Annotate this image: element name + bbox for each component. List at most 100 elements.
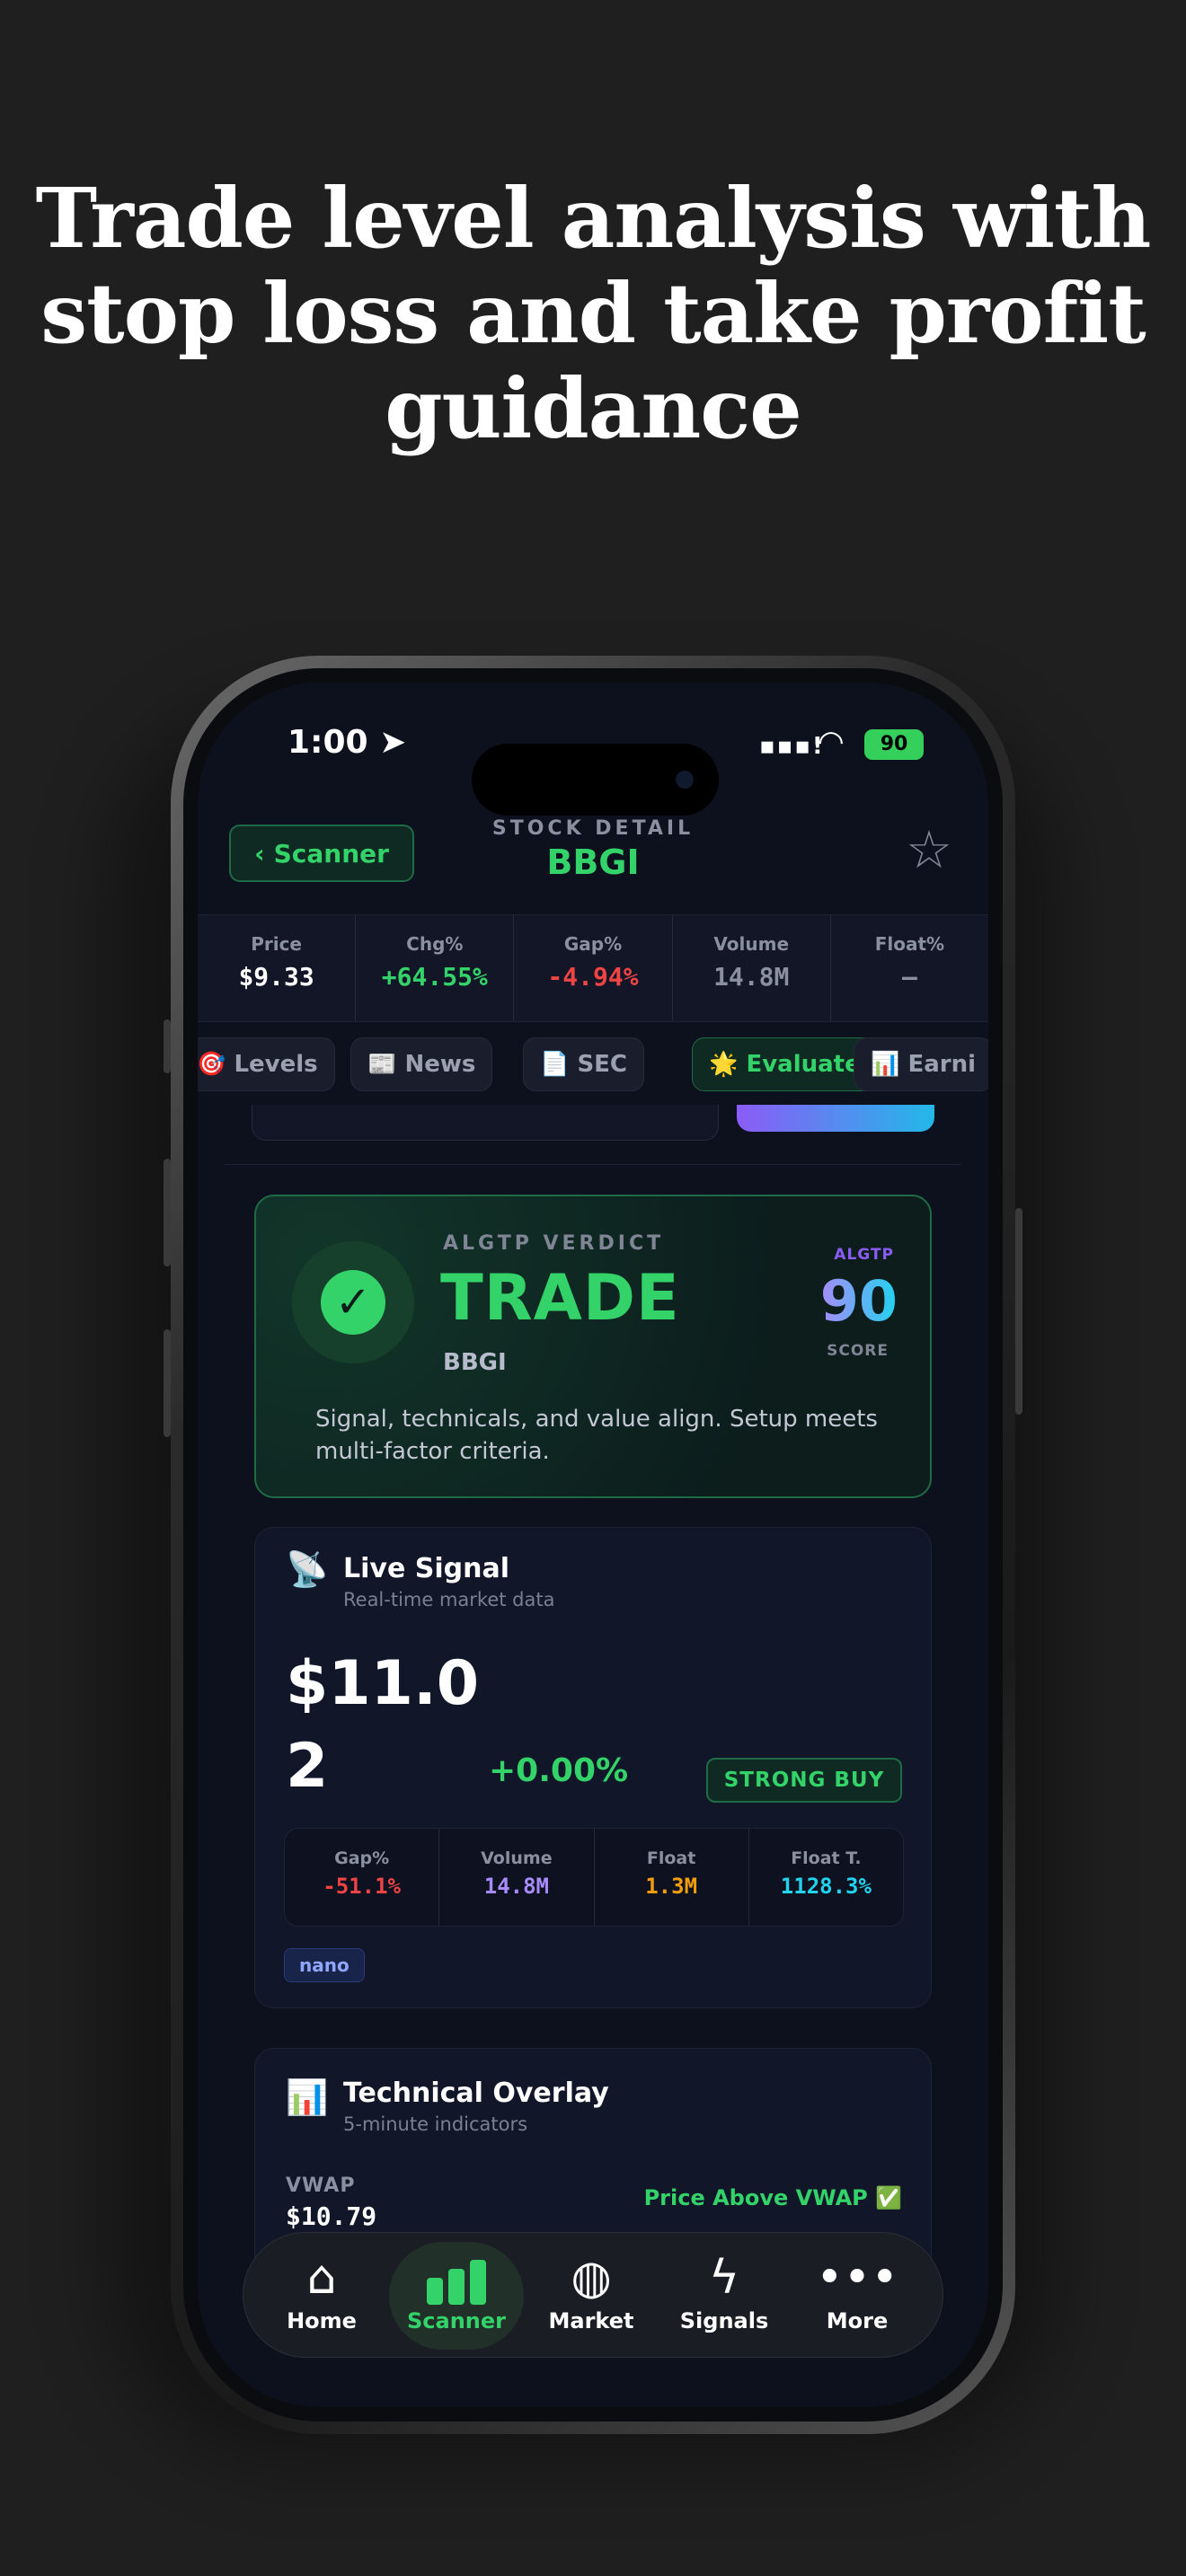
- tab-market[interactable]: ◍ Market: [524, 2233, 659, 2359]
- live-change: +0.00%: [489, 1752, 629, 1789]
- header: STOCK DETAIL BBGI ‹ Scanner ☆: [198, 817, 988, 916]
- divider: [225, 1164, 961, 1165]
- stat-label: Float: [646, 1848, 696, 1868]
- live-signal-title: Live Signal: [343, 1553, 509, 1584]
- globe-icon: ◍: [571, 2251, 612, 2305]
- status-time: 1:00 ➤: [288, 724, 407, 761]
- back-button[interactable]: ‹ Scanner: [229, 825, 414, 882]
- tab-label: News: [404, 1051, 476, 1078]
- quote-cell: Float% –: [831, 915, 988, 1021]
- tab-icon: 🎯: [198, 1051, 226, 1078]
- back-button-label: Scanner: [273, 838, 389, 869]
- quote-label: Price: [251, 933, 302, 955]
- tab-sec[interactable]: 📄 SEC: [523, 1037, 645, 1091]
- volume-down-button: [164, 1329, 171, 1437]
- tab-icon: 🌟: [709, 1051, 739, 1078]
- tab-label: Levels: [234, 1051, 318, 1078]
- quote-label: Float%: [874, 933, 945, 955]
- quote-value: $9.33: [238, 962, 314, 992]
- battery-icon: 90: [864, 729, 924, 760]
- quote-cell: Price $9.33: [198, 915, 357, 1021]
- tab-home[interactable]: ⌂ Home: [254, 2233, 389, 2359]
- technical-title: Technical Overlay: [343, 2078, 609, 2109]
- stat-cell: Float 1.3M: [595, 1829, 749, 1926]
- quote-cell: Volume 14.8M: [673, 915, 831, 1021]
- tab-icon: 📊: [871, 1051, 900, 1078]
- power-button: [1015, 1208, 1022, 1415]
- rating-badge: STRONG BUY: [706, 1758, 902, 1803]
- status-bar: 1:00 ➤ ▪▪▪! ◠ 90: [198, 717, 988, 816]
- quote-label: Gap%: [563, 933, 623, 955]
- tab-icon: 📄: [540, 1051, 570, 1078]
- stat-cell: Gap% -51.1%: [285, 1829, 440, 1926]
- quote-value: 14.8M: [713, 962, 790, 992]
- lightning-icon: ϟ: [708, 2251, 740, 2305]
- bottom-tab-bar: ⌂ Home Scanner ◍ Market ϟ Signals ••• Mo…: [243, 2232, 943, 2358]
- vwap-value: $10.79: [286, 2201, 377, 2231]
- quote-label: Chg%: [406, 933, 464, 955]
- more-icon: •••: [815, 2251, 898, 2305]
- mute-switch: [164, 1019, 171, 1073]
- quote-value: -4.94%: [547, 962, 639, 992]
- live-signal-subtitle: Real-time market data: [343, 1589, 555, 1610]
- score-label-top: ALGTP: [834, 1246, 894, 1264]
- cellular-signal-icon: ▪▪▪!: [759, 733, 825, 760]
- tab-news[interactable]: 📰 News: [350, 1037, 493, 1091]
- tab-label: Earni: [907, 1051, 976, 1078]
- home-icon: ⌂: [306, 2251, 337, 2305]
- quote-cell: Gap% -4.94%: [514, 915, 673, 1021]
- tab-label-more: More: [826, 2308, 889, 2333]
- stat-cell: Volume 14.8M: [439, 1829, 595, 1926]
- detail-tabs: 🎯 Levels 📰 News 📄 SEC 🌟 Evaluate 📊 Earni: [198, 1037, 988, 1093]
- verified-badge-icon: ✓: [292, 1241, 414, 1363]
- quote-label: Volume: [713, 933, 790, 955]
- satellite-dish-icon: 📡: [286, 1549, 329, 1589]
- bar-chart-icon: 📊: [286, 2078, 329, 2117]
- vwap-status: Price Above VWAP ✅: [643, 2185, 902, 2210]
- tab-label-market: Market: [548, 2308, 634, 2333]
- technical-subtitle: 5-minute indicators: [343, 2113, 528, 2135]
- stat-value: -51.1%: [323, 1874, 401, 1899]
- verdict-description: Signal, technicals, and value align. Set…: [315, 1406, 878, 1465]
- quote-value: –: [901, 962, 917, 992]
- wifi-icon: ◠: [818, 724, 845, 760]
- live-price: $11.02: [286, 1648, 480, 1802]
- app-screen: 1:00 ➤ ▪▪▪! ◠ 90 STOCK DETAIL BBGI ‹ Sca…: [198, 683, 988, 2407]
- tab-earni[interactable]: 📊 Earni: [854, 1037, 988, 1091]
- live-signal-card: 📡 Live Signal Real-time market data $11.…: [254, 1527, 932, 2008]
- tab-scanner[interactable]: Scanner: [389, 2242, 524, 2350]
- tab-levels[interactable]: 🎯 Levels: [198, 1037, 335, 1091]
- live-stats: Gap% -51.1% Volume 14.8M Float 1.3M Float T…: [284, 1828, 904, 1927]
- previous-button-stub[interactable]: [737, 1105, 934, 1132]
- score-label-bottom: SCORE: [827, 1342, 889, 1360]
- volume-up-button: [164, 1159, 171, 1266]
- verdict-value: TRADE: [440, 1261, 680, 1335]
- tab-label: SEC: [577, 1051, 628, 1078]
- previous-card-stub: [252, 1105, 719, 1141]
- stat-label: Volume: [481, 1848, 553, 1868]
- verdict-label: ALGTP VERDICT: [443, 1232, 665, 1255]
- chevron-left-icon: ‹: [254, 838, 265, 869]
- stat-cell: Float T. 1128.3%: [749, 1829, 903, 1926]
- dynamic-island: [472, 744, 719, 816]
- headline: Trade level analysis with stop loss and …: [35, 170, 1152, 457]
- stat-value: 1128.3%: [780, 1874, 872, 1899]
- tab-label: Evaluate: [746, 1051, 861, 1078]
- tab-icon: 📰: [367, 1051, 397, 1078]
- stat-value: 14.8M: [483, 1874, 549, 1899]
- vwap-label: VWAP: [286, 2175, 356, 2197]
- score-value: 90: [819, 1268, 898, 1334]
- star-icon[interactable]: ☆: [906, 819, 952, 880]
- cap-tag: nano: [284, 1948, 365, 1982]
- tab-label-scanner: Scanner: [407, 2308, 506, 2333]
- verdict-card: ✓ ALGTP VERDICT TRADE BBGI ALGTP 90 SCOR…: [254, 1195, 932, 1498]
- bar-chart-icon: [389, 2251, 524, 2305]
- tab-more[interactable]: ••• More: [790, 2233, 925, 2359]
- quote-strip: Price $9.33 Chg% +64.55% Gap% -4.94% Volume…: [198, 914, 988, 1022]
- stat-label: Float T.: [791, 1848, 862, 1868]
- tab-evaluate[interactable]: 🌟 Evaluate: [692, 1037, 878, 1091]
- stat-label: Gap%: [334, 1848, 390, 1868]
- tab-signals[interactable]: ϟ Signals: [657, 2233, 792, 2359]
- quote-value: +64.55%: [381, 962, 488, 992]
- verdict-ticker: BBGI: [443, 1349, 507, 1376]
